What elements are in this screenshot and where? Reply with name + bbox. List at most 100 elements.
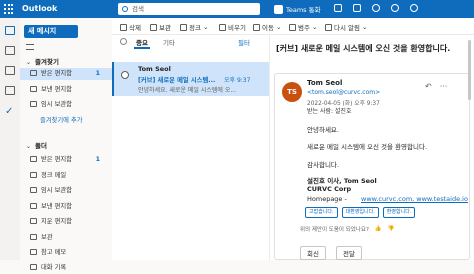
trash-icon <box>30 218 37 224</box>
categorize-button[interactable]: 범주 ⌄ <box>289 22 317 32</box>
junk-icon <box>30 172 37 178</box>
todo-check-icon[interactable]: ✓ <box>5 106 13 117</box>
calendar-icon[interactable] <box>334 4 342 12</box>
folder-conversation-history[interactable]: 대화 기록 <box>20 262 112 274</box>
archive-button[interactable]: 보관 <box>150 22 171 32</box>
snooze-label: 다시 알림 <box>334 24 360 32</box>
calendar-icon[interactable] <box>5 46 15 55</box>
message-time: 오후 9:37 <box>224 77 251 84</box>
gear-icon[interactable] <box>372 4 380 12</box>
message-actions: ↶ ··· <box>425 82 447 91</box>
message-list: 중요 기타 필터 Tom Seol [커브] 새로운 메일 시스템... 오후 … <box>112 35 270 260</box>
sweep-label: 비우기 <box>228 24 246 32</box>
unread-count: 1 <box>95 70 100 77</box>
mail-icon[interactable] <box>5 26 15 35</box>
broom-icon <box>219 23 226 31</box>
archive-label: 보관 <box>159 24 171 32</box>
tab-other[interactable]: 기타 <box>163 37 175 47</box>
top-bar: Outlook 검색 Teams 통화 <box>0 0 474 18</box>
tag-icon <box>289 23 296 31</box>
app-rail: ✓ <box>0 18 20 260</box>
app-launcher-icon[interactable] <box>4 4 14 14</box>
folder-notes[interactable]: 참고 메모 <box>20 247 112 259</box>
body-greeting: 안녕하세요. <box>307 126 339 134</box>
teams-icon <box>274 4 283 14</box>
folders-title: 폴더 <box>35 142 47 150</box>
signature-name: 설진호 이사, Tom Seol <box>307 177 377 185</box>
inbox-icon <box>30 156 37 162</box>
body-thanks: 감사합니다. <box>307 161 339 169</box>
quick-reply-button[interactable]: 대환영입니다. <box>341 207 379 218</box>
megaphone-icon[interactable] <box>353 4 361 12</box>
archive-icon <box>150 23 157 31</box>
folder-label: 보낸 편지함 <box>41 203 72 210</box>
signature-homepage-links[interactable]: www.curvc.com, www.testaide.io <box>361 195 468 203</box>
scrollbar[interactable] <box>468 40 471 100</box>
message-sender: Tom Seol <box>138 65 171 73</box>
search-icon <box>122 6 128 12</box>
favorites-header[interactable]: ⌄ 즐겨찾기 <box>20 56 112 68</box>
list-item[interactable]: Tom Seol [커브] 새로운 메일 시스템... 오후 9:37 안녕하세… <box>112 62 269 96</box>
quick-reply-button[interactable]: 환영합니다. <box>382 207 416 218</box>
reply-button[interactable]: 회신 <box>300 246 326 260</box>
folder-label: 받은 편지함 <box>41 156 72 163</box>
folder-icon <box>30 264 37 270</box>
sweep-button[interactable]: 비우기 <box>219 22 246 32</box>
favorite-label: 임시 보관함 <box>41 101 72 108</box>
attach-icon[interactable] <box>5 86 15 95</box>
chevron-down-icon: ⌄ <box>362 23 368 31</box>
menu-icon[interactable] <box>26 44 34 50</box>
teams-call-button[interactable]: Teams 통화 <box>274 4 321 14</box>
folder-move-icon <box>253 23 260 31</box>
folder-deleted[interactable]: 지운 편지함 <box>20 216 112 228</box>
chevron-down-icon: ⌄ <box>275 23 282 31</box>
junk-button[interactable]: 정크 ⌄ <box>180 22 208 32</box>
people-icon[interactable] <box>5 66 15 75</box>
search-input[interactable]: 검색 <box>118 3 260 15</box>
select-all-checkbox[interactable] <box>120 38 127 45</box>
favorite-label: 보낸 편지함 <box>41 86 72 93</box>
chevron-down-icon: ⌄ <box>311 23 318 31</box>
add-favorite-link[interactable]: 즐겨찾기에 추가 <box>20 115 112 127</box>
folder-label: 대화 기록 <box>41 264 67 271</box>
filter-button[interactable]: 필터 <box>238 37 250 47</box>
move-button[interactable]: 이동 ⌄ <box>253 22 281 32</box>
folder-label: 보관 <box>41 234 53 241</box>
snooze-button[interactable]: 다시 알림 ⌄ <box>325 22 367 32</box>
new-mail-button[interactable]: 새 메시지 <box>24 25 78 38</box>
sender-email[interactable]: <tom.seol@curvc.com> <box>307 89 380 96</box>
folder-label: 참고 메모 <box>41 249 67 256</box>
top-bar-actions <box>334 4 418 12</box>
sender-name[interactable]: Tom Seol <box>307 79 342 87</box>
quick-reply-button[interactable]: 고맙습니다. <box>305 207 338 218</box>
archive-icon <box>30 234 37 240</box>
delete-button[interactable]: 삭제 <box>120 22 141 32</box>
select-message-checkbox[interactable] <box>121 71 129 79</box>
folder-junk[interactable]: 정크 메일 <box>20 170 112 182</box>
favorite-sent[interactable]: 보낸 편지함 <box>20 84 112 96</box>
unread-count: 1 <box>95 156 100 163</box>
thumbs-down-icon[interactable]: 👎 <box>388 226 395 232</box>
folder-inbox[interactable]: 받은 편지함 1 <box>20 154 112 166</box>
tab-focused[interactable]: 중요 <box>136 37 148 47</box>
avatar[interactable]: TS <box>282 82 302 102</box>
forward-button[interactable]: 전달 <box>335 246 362 260</box>
feedback-icon[interactable] <box>410 4 418 12</box>
folders-header[interactable]: ⌄ 폴더 <box>20 140 112 152</box>
folder-archive[interactable]: 보관 <box>20 232 112 244</box>
reply-icon[interactable]: ↶ <box>425 82 432 91</box>
thumbs-up-icon[interactable]: 👍 <box>375 226 382 232</box>
clock-icon <box>325 23 332 31</box>
note-icon <box>30 249 37 255</box>
send-icon <box>30 203 37 209</box>
folder-label: 임시 보관함 <box>41 187 72 194</box>
folder-drafts[interactable]: 임시 보관함 <box>20 185 112 197</box>
favorite-drafts[interactable]: 임시 보관함 <box>20 99 112 111</box>
help-icon[interactable] <box>391 4 399 12</box>
more-icon[interactable]: ··· <box>440 82 448 91</box>
folder-pane: 새 메시지 ⌄ 즐겨찾기 받은 편지함 1 보낸 편지함 임시 보관함 즐겨찾기에… <box>20 18 112 271</box>
folder-sent[interactable]: 보낸 편지함 <box>20 201 112 213</box>
body-line: 새로운 메일 시스템에 오신 것을 환영합니다. <box>307 143 428 151</box>
message-title: [커브] 새로운 메일 시스템에 오신 것을 환영합니다. <box>276 44 451 53</box>
favorite-inbox[interactable]: 받은 편지함 1 <box>20 68 112 80</box>
